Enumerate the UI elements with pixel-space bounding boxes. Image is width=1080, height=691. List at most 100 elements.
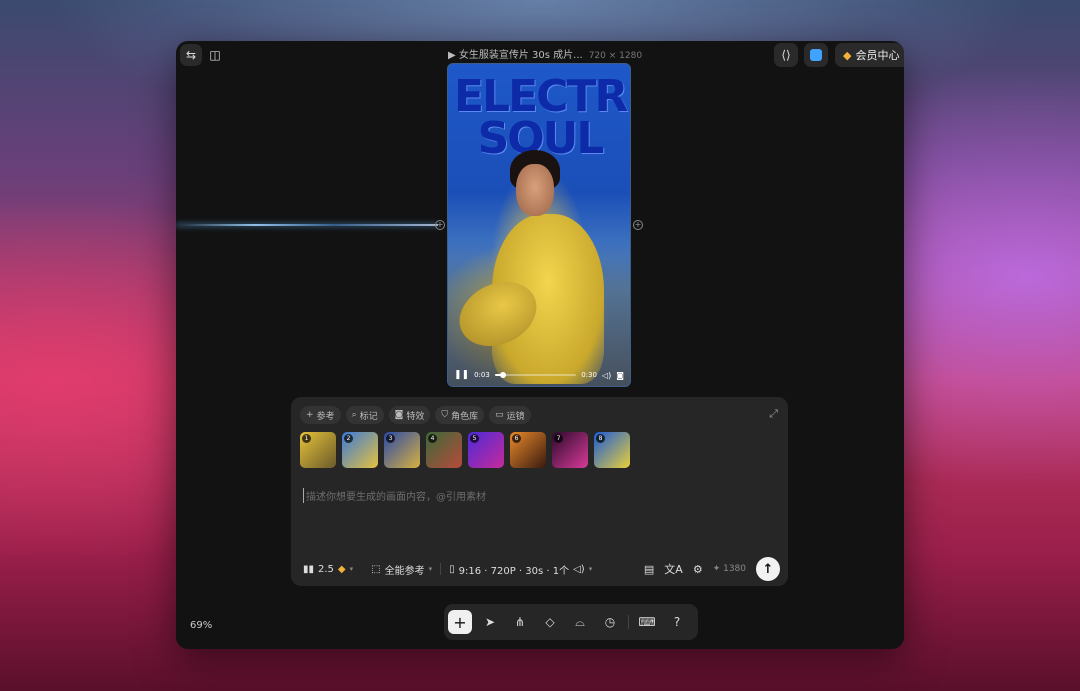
app-window: ⇆ ◫ ▶ 女生服装宣传片 30s 成片... 720 × 1280 ⟨⟩ ◆ 会… [176, 41, 904, 649]
reference-thumbnail[interactable]: 5 [468, 432, 504, 468]
connector-node-right[interactable]: + [633, 220, 643, 230]
resolution-label: 720 × 1280 [588, 51, 643, 61]
expand-icon[interactable]: ⤢ [769, 407, 778, 421]
thumbnail-number: 3 [386, 434, 395, 443]
help-button[interactable]: ? [665, 610, 689, 634]
reference-thumbnail[interactable]: 2 [342, 432, 378, 468]
plus-icon: + [453, 612, 467, 632]
help-icon: ? [673, 615, 681, 629]
database-icon [810, 49, 822, 61]
shapes-icon: ◇ [545, 615, 555, 629]
model-version: 2.5 [318, 563, 334, 575]
chip-label: 角色库 [451, 411, 479, 422]
plus-icon: + [306, 410, 314, 420]
history-button[interactable]: ◷ [598, 610, 622, 634]
generation-toolbar: ▮▮ 2.5 ◆ ▾ ⬚ 全能参考 ▾ ▯ 9:16 · 720P · 30s … [303, 557, 780, 581]
thumbnail-number: 7 [554, 434, 563, 443]
reference-thumbnail[interactable]: 7 [552, 432, 588, 468]
camera-icon[interactable]: ◙ [616, 371, 624, 380]
chip-plus[interactable]: + 参考 [300, 406, 341, 424]
agent-tool-button[interactable]: ⌓ [568, 610, 592, 634]
send-button[interactable]: ↑ [756, 557, 780, 581]
progress-bar[interactable] [494, 372, 577, 378]
search-icon: ⌕ [351, 410, 357, 420]
toolbar-divider [440, 563, 442, 575]
shield-icon: ⛉ [441, 410, 449, 420]
member-center-label: 会员中心 [855, 49, 900, 62]
progress-knob[interactable] [499, 372, 506, 378]
chevron-down-icon: ▾ [349, 565, 354, 573]
chip-shield[interactable]: ⛉ 角色库 [435, 406, 485, 424]
video-preview[interactable]: ELECTRIC SOUL ❚❚ 0:03 0:30 ◁) ◙ [447, 63, 631, 387]
translate-icon[interactable]: 文A [664, 561, 683, 577]
bar-chart-icon: ▮▮ [303, 563, 315, 575]
phone-ratio-icon: ▯ [449, 563, 455, 575]
thumbnail-number: 6 [512, 434, 521, 443]
toolbar-divider [628, 615, 629, 629]
canvas-toolbar: + ➤ ⋔ ◇ ⌓ ◷ ⌨ ? [444, 604, 698, 640]
connection-beam [176, 224, 438, 226]
reference-mode-icon: ⬚ [371, 563, 381, 575]
figure-face [516, 164, 554, 216]
sound-icon: ◁) [573, 563, 585, 575]
keyboard-shortcuts-button[interactable]: ⌨ [635, 610, 659, 634]
reference-thumbnail[interactable]: 6 [510, 432, 546, 468]
video-icon: ▭ [495, 410, 504, 420]
chip-video[interactable]: ▭ 运镜 [489, 406, 531, 424]
video-controls: ❚❚ 0:03 0:30 ◁) ◙ [448, 364, 630, 386]
diamond-icon: ◆ [337, 563, 346, 575]
reference-mode-selector[interactable]: ⬚ 全能参考 ▾ [371, 562, 432, 577]
current-time: 0:03 [474, 371, 490, 379]
sidebar-layout-icon: ◫ [209, 48, 221, 62]
workflow-toggle-button[interactable]: ⇆ [180, 44, 202, 66]
prompt-input[interactable]: 描述你想要生成的画面内容，@引用素材 [303, 488, 486, 503]
volume-icon[interactable]: ◁) [602, 371, 611, 380]
chip-camera[interactable]: ◙ 特效 [388, 406, 431, 424]
output-settings-selector[interactable]: ▯ 9:16 · 720P · 30s · 1个 ◁) ▾ [449, 562, 592, 577]
thumbnail-number: 5 [470, 434, 479, 443]
duration-time: 0:30 [581, 371, 597, 379]
select-tool-button[interactable]: ➤ [478, 610, 502, 634]
add-node-button[interactable]: + [448, 610, 472, 634]
reference-thumbnail[interactable]: 8 [594, 432, 630, 468]
chevron-down-icon: ▾ [588, 565, 593, 573]
reference-chips: + 参考 ⌕ 标记 ◙ 特效 ⛉ 角色库 ▭ 运镜 [300, 406, 531, 424]
reference-thumbnail[interactable]: 3 [384, 432, 420, 468]
connect-tool-button[interactable]: ⋔ [508, 610, 532, 634]
share-button[interactable]: ⟨⟩ [774, 43, 798, 67]
credits-count: ✦ 1380 [712, 564, 746, 574]
camera-icon: ◙ [394, 410, 404, 420]
project-title-text: ▶ 女生服装宣传片 30s 成片... [448, 50, 583, 61]
chip-search[interactable]: ⌕ 标记 [345, 406, 384, 424]
keyboard-icon: ⌨ [638, 615, 656, 629]
sidebar-toggle-button[interactable]: ◫ [204, 44, 226, 66]
graffiti-line-1: ELECTRIC [454, 71, 630, 122]
zoom-level[interactable]: 69% [190, 620, 212, 631]
graffiti-text: ELECTRIC SOUL [454, 71, 630, 161]
shapes-tool-button[interactable]: ◇ [538, 610, 562, 634]
pause-icon[interactable]: ❚❚ [454, 370, 469, 380]
incognito-icon: ⌓ [575, 614, 585, 629]
diamond-icon: ◆ [843, 48, 852, 62]
chip-label: 运镜 [506, 411, 525, 422]
model-selector[interactable]: ▮▮ 2.5 ◆ ▾ [303, 564, 353, 575]
arrow-up-icon: ↑ [762, 561, 774, 577]
assets-button[interactable] [804, 43, 828, 67]
thumbnail-number: 4 [428, 434, 437, 443]
nodes-icon: ⋔ [514, 615, 526, 629]
chip-label: 标记 [359, 411, 378, 422]
zoom-value: 69% [190, 620, 213, 631]
reference-thumbnail[interactable]: 4 [426, 432, 462, 468]
project-title[interactable]: ▶ 女生服装宣传片 30s 成片... 720 × 1280 [448, 46, 642, 61]
settings-sliders-icon[interactable]: ⚙ [693, 563, 703, 576]
share-icon: ⟨⟩ [781, 48, 791, 62]
chevron-down-icon: ▾ [428, 565, 433, 573]
script-icon[interactable]: ▤ [644, 563, 654, 576]
reference-thumbnail[interactable]: 1 [300, 432, 336, 468]
connector-node-left[interactable]: + [435, 220, 445, 230]
clock-icon: ◷ [604, 615, 616, 629]
prompt-panel: + 参考 ⌕ 标记 ◙ 特效 ⛉ 角色库 ▭ 运镜 ⤢ 12345678 描述你想要生成的画面内容… [291, 397, 788, 586]
thumbnail-number: 2 [344, 434, 353, 443]
cursor-icon: ➤ [484, 615, 496, 629]
member-center-button[interactable]: ◆ 会员中心 [835, 43, 904, 67]
